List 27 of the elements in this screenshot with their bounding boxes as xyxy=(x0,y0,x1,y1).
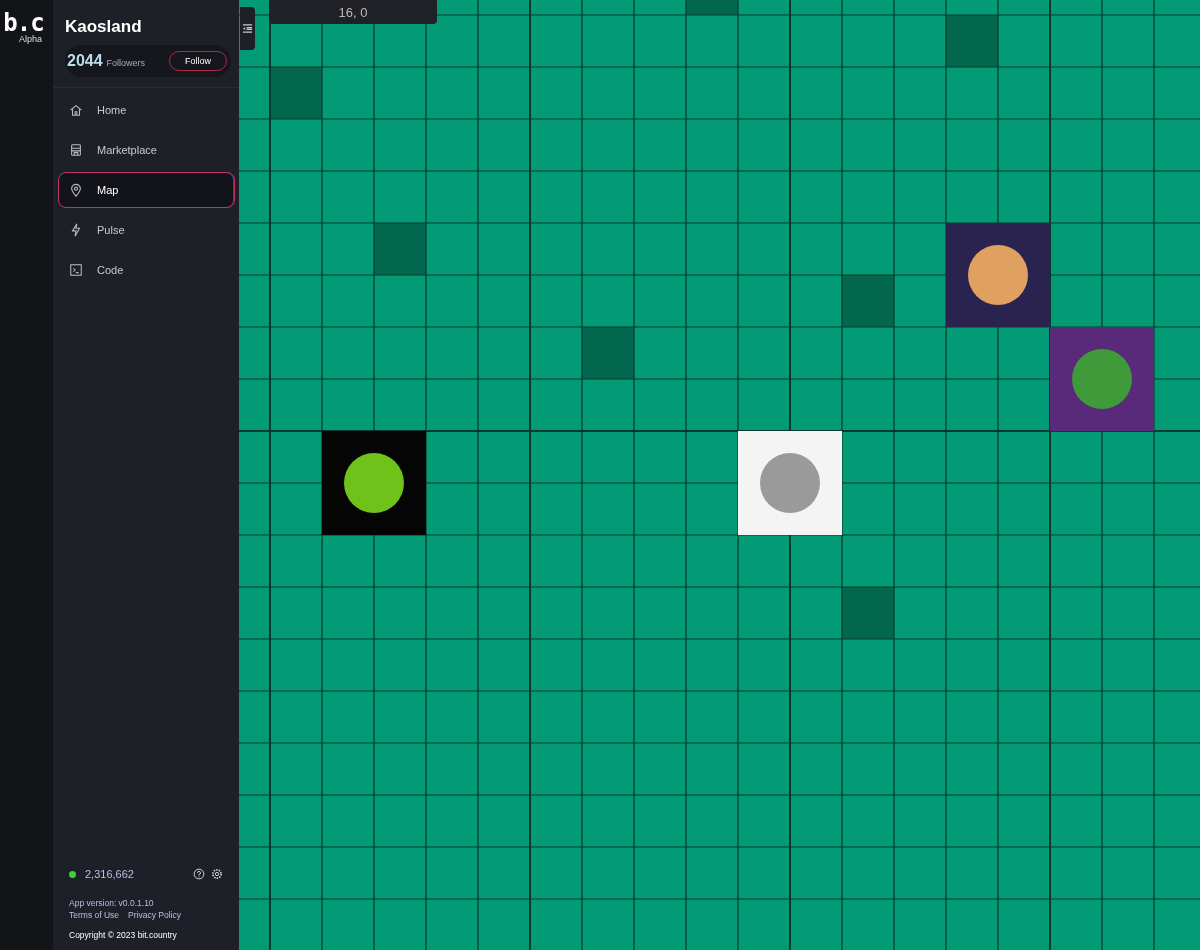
nav-item[interactable]: Home xyxy=(58,92,235,128)
followers-count: 2044 xyxy=(67,52,103,70)
map-pin-icon xyxy=(69,183,83,197)
footer-link[interactable]: Privacy Policy xyxy=(128,910,181,920)
parcel-map-drawing[interactable] xyxy=(239,0,1200,950)
logo-label: Alpha xyxy=(19,34,42,44)
app-version: App version: v0.0.1.10 xyxy=(69,898,155,908)
online-status-dot xyxy=(69,870,76,878)
nav-item[interactable]: Map xyxy=(58,172,235,208)
nav-item[interactable]: Marketplace xyxy=(58,132,235,168)
nav-item[interactable]: Code xyxy=(58,252,235,288)
community-name: Kaosland xyxy=(65,17,143,37)
menu-icon xyxy=(242,23,253,34)
coordinates-display: 16, 0 xyxy=(269,0,437,24)
nav-item[interactable]: Pulse xyxy=(58,212,235,248)
terminal-icon xyxy=(69,263,83,277)
copyright: Copyright © 2023 bit.country xyxy=(69,930,178,940)
online-count: 2,316,662 xyxy=(85,868,134,880)
logo[interactable]: b.c xyxy=(3,12,44,34)
home-icon xyxy=(69,103,83,117)
settings-icon[interactable] xyxy=(211,868,223,880)
collapse-sidebar-button[interactable] xyxy=(240,7,255,50)
followers-label: Followers xyxy=(106,58,146,68)
lightning-icon xyxy=(69,223,83,237)
storefront-icon xyxy=(69,143,83,157)
help-icon[interactable] xyxy=(193,868,205,880)
footer-link[interactable]: Terms of Use xyxy=(69,910,120,920)
